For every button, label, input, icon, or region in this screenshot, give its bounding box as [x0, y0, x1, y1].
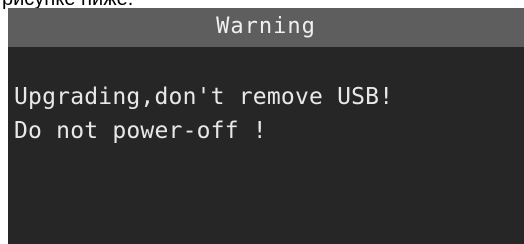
warning-dialog-body: Upgrading,don't remove USB! Do not power…	[8, 47, 524, 244]
page: рисунке ниже. Warning Upgrading,don't re…	[0, 0, 524, 244]
warning-message-line-2: Do not power-off !	[14, 118, 267, 144]
warning-dialog-header: Warning	[8, 8, 524, 47]
warning-title: Warning	[216, 14, 316, 39]
device-screen: Warning Upgrading,don't remove USB! Do n…	[8, 8, 524, 244]
warning-message-line-1: Upgrading,don't remove USB!	[14, 84, 394, 110]
